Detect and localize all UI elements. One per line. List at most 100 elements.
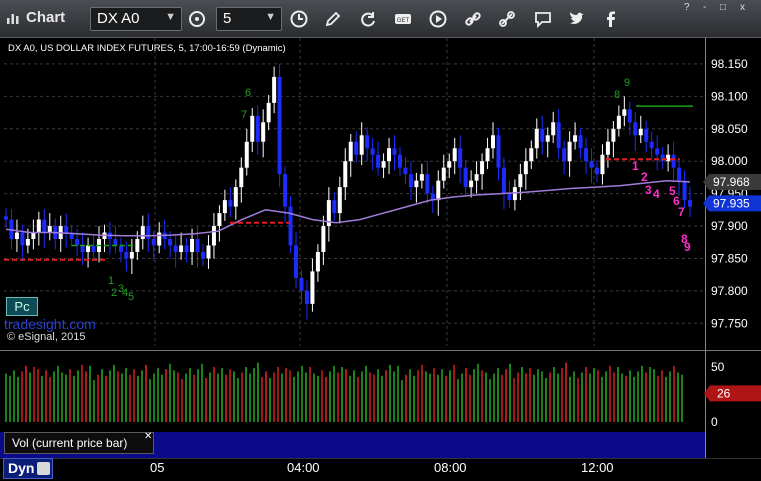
candle-body[interactable] [321, 226, 326, 252]
lock-icon[interactable] [37, 462, 50, 475]
candle-body[interactable] [47, 226, 52, 233]
candle-body[interactable] [441, 167, 446, 181]
candle-body[interactable] [315, 251, 320, 272]
get-icon[interactable]: GET [390, 6, 416, 32]
candle-body[interactable] [179, 245, 184, 252]
candle-body[interactable] [447, 161, 452, 168]
candle-body[interactable] [545, 135, 550, 142]
candle-body[interactable] [534, 128, 539, 149]
candle-body[interactable] [359, 135, 364, 155]
candle-body[interactable] [688, 200, 692, 207]
candle-body[interactable] [474, 174, 479, 181]
candle-body[interactable] [304, 290, 309, 304]
candle-body[interactable] [496, 135, 501, 168]
chevron-down-icon[interactable]: ▼ [165, 11, 176, 23]
candle-body[interactable] [655, 148, 660, 155]
candle-body[interactable] [633, 122, 638, 136]
candle-body[interactable] [151, 239, 156, 246]
volume-label[interactable]: Vol (current price bar) [4, 432, 154, 454]
candle-body[interactable] [529, 148, 534, 162]
candle-body[interactable] [485, 148, 490, 162]
candle-body[interactable] [217, 213, 222, 227]
candle-body[interactable] [354, 141, 359, 155]
candle-body[interactable] [638, 128, 643, 136]
price-chart[interactable]: 98.15098.10098.05098.00097.95097.90097.8… [0, 38, 761, 481]
candle-body[interactable] [611, 128, 616, 142]
candle-body[interactable] [436, 180, 441, 201]
candle-body[interactable] [31, 232, 36, 240]
candle-body[interactable] [272, 76, 277, 103]
candle-body[interactable] [370, 148, 375, 155]
candle-body[interactable] [584, 148, 589, 162]
minimize-button[interactable]: - [703, 2, 706, 14]
candle-body[interactable] [332, 200, 337, 214]
candle-body[interactable] [616, 115, 621, 129]
candle-body[interactable] [277, 76, 282, 175]
candle-body[interactable] [200, 251, 205, 259]
candle-body[interactable] [168, 239, 173, 246]
refresh-icon[interactable] [355, 6, 381, 32]
candle-body[interactable] [589, 161, 594, 168]
candle-body[interactable] [622, 109, 627, 116]
candle-body[interactable] [408, 174, 413, 188]
candle-body[interactable] [135, 239, 140, 252]
draw-pencil-icon[interactable] [320, 6, 346, 32]
candle-body[interactable] [594, 167, 599, 175]
candle-body[interactable] [157, 232, 162, 246]
candle-body[interactable] [42, 219, 47, 233]
candle-body[interactable] [414, 180, 419, 188]
clock-icon[interactable] [286, 6, 312, 32]
candle-body[interactable] [365, 135, 370, 149]
candle-body[interactable] [419, 174, 424, 181]
candle-body[interactable] [239, 167, 244, 188]
candle-body[interactable] [211, 226, 216, 246]
candle-body[interactable] [551, 122, 556, 136]
symbol-input[interactable]: DX A0 ▼ [90, 7, 182, 31]
pc-badge[interactable]: Pc [6, 297, 38, 316]
candle-body[interactable] [578, 135, 583, 149]
candle-body[interactable] [228, 200, 233, 207]
candle-body[interactable] [146, 226, 151, 240]
candle-body[interactable] [261, 122, 266, 142]
candle-body[interactable] [567, 141, 572, 162]
candle-body[interactable] [376, 154, 381, 168]
candle-body[interactable] [677, 167, 682, 181]
candle-body[interactable] [113, 239, 118, 246]
candle-body[interactable] [573, 135, 578, 142]
candle-body[interactable] [343, 161, 348, 188]
link-icon[interactable] [460, 6, 486, 32]
candle-body[interactable] [348, 141, 353, 162]
candle-body[interactable] [124, 251, 129, 259]
chart-area[interactable]: 98.150 98.100 98.050 98.000 97.950 97.900 97.8… [0, 38, 761, 481]
candle-body[interactable] [627, 109, 632, 123]
candle-body[interactable] [556, 122, 561, 149]
candle-body[interactable] [562, 148, 567, 162]
candle-body[interactable] [14, 232, 19, 240]
candle-body[interactable] [605, 141, 610, 155]
candle-body[interactable] [283, 174, 288, 207]
candle-body[interactable] [387, 148, 392, 162]
candle-body[interactable] [491, 135, 496, 149]
close-icon[interactable]: ✕ [144, 431, 152, 442]
candle-body[interactable] [129, 251, 134, 259]
candle-body[interactable] [4, 216, 8, 220]
candle-body[interactable] [299, 277, 304, 291]
twitter-icon[interactable] [564, 6, 590, 32]
candle-body[interactable] [140, 226, 145, 240]
chevron-down-icon[interactable]: ▼ [265, 11, 276, 23]
candle-body[interactable] [222, 200, 227, 214]
candle-body[interactable] [20, 232, 25, 246]
candle-body[interactable] [250, 115, 255, 142]
candle-body[interactable] [184, 245, 189, 252]
candle-body[interactable] [452, 148, 457, 162]
candle-body[interactable] [540, 128, 545, 142]
interval-input[interactable]: 5 ▼ [216, 7, 282, 31]
link-chain-icon[interactable] [494, 6, 520, 32]
candle-body[interactable] [425, 174, 430, 194]
candle-body[interactable] [649, 141, 654, 149]
help-button[interactable]: ? [684, 2, 690, 14]
candle-body[interactable] [25, 239, 30, 246]
candle-body[interactable] [233, 187, 238, 207]
candle-body[interactable] [518, 174, 523, 188]
candle-body[interactable] [458, 148, 463, 168]
